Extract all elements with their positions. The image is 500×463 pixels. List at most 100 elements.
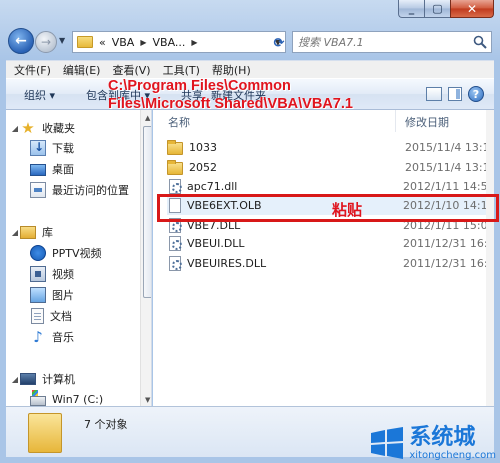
scrollbar-thumb[interactable] [143,126,151,298]
table-row[interactable]: VBEUI.DLL 2011/12/31 16:16 [167,234,494,253]
maximize-button[interactable]: ▢ [424,0,450,18]
drive-icon [30,390,46,406]
chevron-right-icon[interactable]: ▶ [191,38,197,47]
search-icon[interactable] [473,35,487,49]
table-row[interactable]: VBEUIRES.DLL 2011/12/31 16:16 [167,254,494,273]
menu-tools[interactable]: 工具(T) [163,62,200,78]
nav-label: 文档 [50,310,72,323]
dll-file-icon [169,218,182,233]
nav-label: 下载 [52,142,74,155]
table-row[interactable]: VBE7.DLL 2012/1/11 15:05 [167,216,494,235]
change-view-icon[interactable] [426,87,442,101]
nav-favorites[interactable]: ◢ ★ 收藏夹 [10,120,75,136]
path-annotation: C:\Program Files\Common Files\Microsoft … [108,77,428,113]
table-row[interactable]: 1033 2015/11/4 13:10 [167,138,494,157]
folder-icon [28,413,62,453]
caption-buttons: _ ▢ ✕ [398,0,494,18]
chevron-right-icon[interactable]: ▶ [140,38,146,47]
table-row[interactable]: 2052 2015/11/4 13:10 [167,158,494,177]
breadcrumb-vba-sub[interactable]: VBA... [153,36,186,49]
scroll-down-icon[interactable]: ▼ [145,396,150,404]
menu-edit[interactable]: 编辑(E) [63,62,101,78]
music-note-icon: ♪ [33,328,43,346]
file-name: 2052 [189,161,217,174]
table-row-selected[interactable]: VBE6EXT.OLB 2012/1/10 14:17 [167,196,494,215]
file-date: 2012/1/11 14:56 [403,180,494,193]
video-icon [30,266,46,282]
path-annotation-line: C:\Program Files\Common [108,78,291,94]
file-name: 1033 [189,141,217,154]
file-date: 2011/12/31 16:16 [403,237,494,250]
minimize-button[interactable]: _ [398,0,424,18]
file-date: 2015/11/4 13:10 [405,141,494,154]
column-divider[interactable] [395,110,396,132]
folder-icon [77,36,93,48]
nav-desktop[interactable]: 桌面 [30,161,74,177]
path-annotation-line: Files\Microsoft Shared\VBA\VBA7.1 [108,96,353,112]
column-header-date[interactable]: 修改日期 [405,114,449,130]
folder-icon [167,139,183,155]
file-list-scrollbar[interactable] [486,110,494,406]
nav-downloads[interactable]: 下载 [30,140,74,156]
computer-icon [20,373,36,385]
nav-recent-places[interactable]: 最近访问的位置 [30,182,129,198]
refresh-icon[interactable]: ⟳ [269,32,289,54]
expand-arrow-icon[interactable]: ◢ [10,124,20,133]
file-date: 2012/1/10 14:17 [403,199,494,212]
dll-file-icon [169,236,182,251]
nav-music[interactable]: ♪ 音乐 [30,329,74,345]
table-row[interactable]: apc71.dll 2012/1/11 14:56 [167,177,494,196]
nav-videos[interactable]: 视频 [30,266,74,282]
recent-pages-dropdown-icon[interactable]: ▼ [59,36,65,45]
search-input[interactable] [298,35,458,49]
back-button[interactable]: ← [8,28,34,54]
nav-label: Win7 (C:) [52,392,104,406]
dll-file-icon [169,256,182,271]
item-count: 7 个对象 [84,418,128,431]
nav-drive-c[interactable]: Win7 (C:) [30,390,104,406]
file-name: VBE6EXT.OLB [187,199,262,212]
pictures-icon [30,287,46,303]
navigation-pane: ◢ ★ 收藏夹 下载 桌面 最近访问的位置 ◢ 库 PPTV视频 视频 [6,110,152,406]
dll-file-icon [169,179,182,194]
file-icon [169,198,181,213]
help-icon[interactable]: ? [468,86,484,102]
watermark-url: xitongcheng.com [409,449,496,461]
forward-button[interactable]: → [35,31,57,53]
menu-help[interactable]: 帮助(H) [212,62,251,78]
file-name: VBEUIRES.DLL [187,257,267,270]
expand-arrow-icon[interactable]: ◢ [10,228,20,237]
menu-view[interactable]: 查看(V) [112,62,150,78]
star-icon: ★ [21,119,35,137]
column-header-name[interactable]: 名称 [168,114,190,130]
recent-places-icon [30,182,46,198]
organize-button[interactable]: 组织 ▾ [24,87,55,103]
document-icon [31,308,44,324]
file-date: 2015/11/4 13:10 [405,161,494,174]
nav-label: 图片 [52,289,74,302]
nav-computer[interactable]: ◢ 计算机 [10,371,75,387]
watermark-title: 系统城 [409,424,476,450]
file-list: 名称 修改日期 1033 2015/11/4 13:10 2052 2015/1… [153,110,494,406]
search-box: ⟳ [274,31,492,53]
pptv-icon [30,245,46,261]
paste-annotation: 粘贴 [332,203,363,219]
menu-file[interactable]: 文件(F) [14,62,51,78]
nav-pane-scrollbar[interactable]: ▲ ▼ [140,110,151,406]
nav-pptv[interactable]: PPTV视频 [30,245,102,261]
nav-label: 音乐 [52,331,74,344]
file-name: VBEUI.DLL [187,237,245,250]
breadcrumb-overflow[interactable]: « [99,36,106,49]
expand-arrow-icon[interactable]: ◢ [10,375,20,384]
address-bar[interactable]: « VBA ▶ VBA... ▶ ▼ [72,31,286,53]
breadcrumb-vba[interactable]: VBA [112,36,135,49]
windows-logo-icon [371,427,404,459]
nav-documents[interactable]: 文档 [30,308,72,324]
scroll-up-icon[interactable]: ▲ [145,114,150,122]
preview-pane-icon[interactable] [448,87,462,101]
back-arrow-icon: ← [15,33,27,49]
nav-label: 收藏夹 [42,122,75,135]
close-button[interactable]: ✕ [450,0,494,18]
nav-libraries[interactable]: ◢ 库 [10,224,53,240]
nav-pictures[interactable]: 图片 [30,287,74,303]
